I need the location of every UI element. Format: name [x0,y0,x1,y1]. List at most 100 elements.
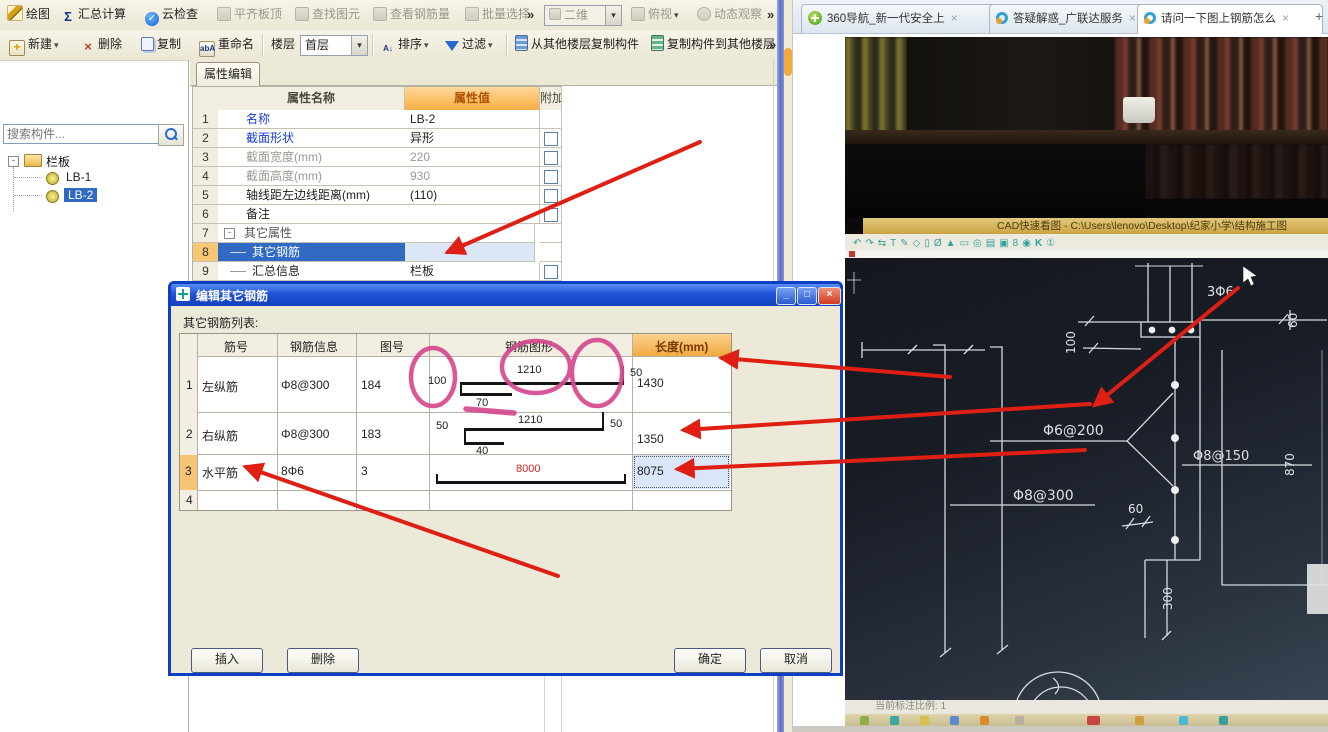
tree-branch-line [230,271,246,272]
cell-len[interactable]: 8075 [637,464,664,478]
cancel-button[interactable]: 取消 [760,648,832,673]
delete-row-button[interactable]: 删除 [287,648,359,673]
col-divider [197,334,198,510]
summary-calc-button[interactable]: Σ 汇总计算 [58,4,129,25]
cad-sheets-icon: ▤ [985,238,996,249]
view-rebar-amount-button: 查看钢筋量 [370,4,453,25]
floor-combo-caret[interactable]: ▾ [351,36,367,55]
dialog-title: 编辑其它钢筋 [196,289,269,303]
prop-name-轴线距左边线距离[interactable]: 轴线距左边线距离(mm) [218,186,433,205]
prop-value[interactable]: 930 [405,167,540,186]
folder-icon [24,154,42,167]
small-red-icon [849,251,855,257]
cell-fig[interactable]: 3 [361,464,368,478]
cad-measure-icon: ⇆ [877,238,887,249]
tree-expander[interactable]: - [8,156,19,167]
panel-gridline [544,676,545,732]
sort-button[interactable]: A↓ 排序 ▾ [378,34,432,55]
cad-label-300: 300 [1161,587,1175,610]
cell-name[interactable]: 左纵筋 [202,378,238,395]
prop-value[interactable]: LB-2 [405,110,540,129]
shape-dim: 1210 [518,414,543,426]
cell-fig[interactable]: 184 [361,378,381,392]
extra-checkbox[interactable] [544,189,558,203]
cell-info[interactable]: Φ8@300 [281,378,329,392]
copy-to-floor-button[interactable]: 复制构件到其他楼层 [648,34,778,55]
prop-name-截面宽度[interactable]: 截面宽度(mm) [218,148,433,167]
prop-value[interactable]: 栏板 [405,262,540,281]
tab-property-edit[interactable]: 属性编辑 [196,62,260,86]
cell-info[interactable]: 8Φ6 [281,464,304,478]
prop-row-num: 7 [192,224,219,243]
prop-row-num: 2 [192,129,219,148]
scrollbar-thumb[interactable] [784,48,792,76]
floor-combo[interactable]: 首层 ▾ [300,35,368,56]
prop-group-其它属性[interactable]: - 其它属性 [218,224,431,243]
new-button[interactable]: + 新建 ▾ [6,34,62,56]
new-tab-button[interactable]: + [1315,8,1323,24]
extra-checkbox[interactable] [544,132,558,146]
search-button[interactable] [158,124,184,146]
ok-button[interactable]: 确定 [674,648,746,673]
cad-draw-icon: ✎ [900,238,909,249]
rebar-col-shape: 钢筋图形 [505,340,554,354]
cell-fig[interactable]: 183 [361,427,381,441]
cell-name[interactable]: 右纵筋 [202,427,238,444]
tab-close-icon[interactable]: × [951,11,958,25]
prop-row-num-selected: 8 [192,243,219,262]
cad-label-3phi6: 3Φ6 [1207,285,1234,300]
rebar-col-len: 长度(mm) [655,340,709,354]
delete-button[interactable]: × 删除 [78,34,125,55]
tab-close-icon[interactable]: × [1129,11,1136,25]
prop-name-名称[interactable]: 名称 [218,110,433,129]
prop-value[interactable]: (110) [405,186,540,205]
rename-button[interactable]: abA 重命名 [196,34,257,57]
tree-root-label[interactable]: 栏板 [46,153,70,170]
cell-name[interactable]: 水平筋 [202,464,238,481]
prop-name-截面形状[interactable]: 截面形状 [218,129,433,148]
prop-extra [540,110,562,129]
taskbar-icon [1179,716,1188,725]
close-button[interactable]: × [818,287,841,305]
prop-col-value-header: 属性值 [405,86,540,111]
copy-from-floor-button[interactable]: 从其他楼层复制构件 [512,34,642,55]
tree-item-lb2-selected[interactable]: LB-2 [64,188,98,202]
prop-value[interactable]: 异形 [405,129,540,148]
align-slab-icon [217,7,231,21]
insert-button[interactable]: 插入 [191,648,263,673]
cloud-check-button[interactable]: ✓ 云检查 [142,4,201,26]
extra-checkbox[interactable] [544,265,558,279]
group-expander-icon[interactable]: - [224,228,235,239]
view-mode-caret: ▾ [605,6,621,25]
filter-button[interactable]: 过滤 ▾ [442,34,496,55]
tab-close-icon[interactable]: × [1282,11,1289,25]
cell-info[interactable]: Φ8@300 [281,427,329,441]
prop-value[interactable]: 220 [405,148,540,167]
search-input[interactable] [3,124,161,144]
browser-tab-1[interactable]: 360导航_新一代安全上 × [801,4,999,33]
toolbar-overflow-button[interactable]: » [524,4,537,25]
rebar-shape-segment [462,382,624,385]
cad-canvas: 3Φ6 100 60 Φ6@200 Φ8@150 870 Φ8@300 60 3… [845,258,1328,700]
maximize-button[interactable]: □ [797,287,817,305]
extra-checkbox[interactable] [544,208,558,222]
bookshelf-books-left [845,37,907,135]
browser-tab-2[interactable]: 答疑解惑_广联达服务 × [989,4,1147,33]
extra-checkbox[interactable] [544,170,558,184]
minimize-button[interactable]: _ [776,287,796,305]
tab-favicon-glodon [1144,12,1156,24]
prop-value[interactable] [405,205,540,224]
copy-button[interactable]: 复制 [138,34,184,55]
prop-name-备注[interactable]: 备注 [218,205,433,224]
cell-len[interactable]: 1350 [637,432,664,446]
cad-toolbar: ↶ ↷ ⇆ T ✎ ◇ ▯ Ø ▲ ▭ ◎ ▤ ▣ 8 ◉ K ① [845,234,1328,250]
prop-value-其它钢筋[interactable] [405,243,535,262]
cad-hide-icon: Ø [933,238,942,249]
prop-name-截面高度[interactable]: 截面高度(mm) [218,167,433,186]
toolbar-overflow-button-2[interactable]: » [764,4,777,25]
dialog-titlebar[interactable]: 编辑其它钢筋 _ □ × [171,284,841,306]
extra-checkbox[interactable] [544,151,558,165]
tree-item-lb1[interactable]: LB-1 [66,170,91,184]
browser-tab-3-active[interactable]: 请问一下图上钢筋怎么 × [1137,4,1323,34]
draw-button[interactable]: 绘图 [4,4,53,25]
